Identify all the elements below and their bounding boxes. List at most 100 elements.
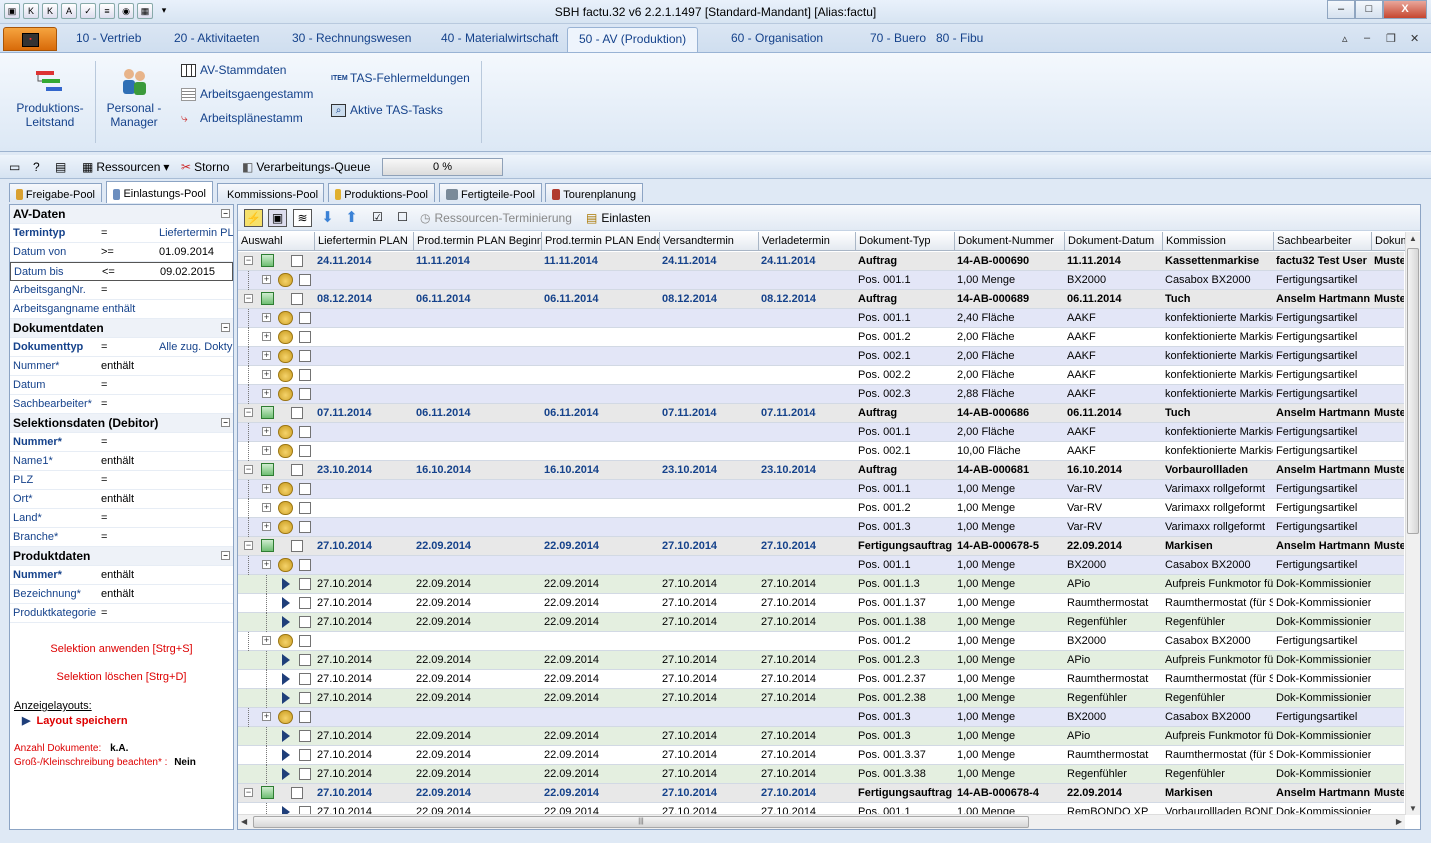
- table-row[interactable]: + Pos. 002.3 2,88 Fläche AAKF konfektioniert…: [238, 385, 1404, 404]
- maximize-button[interactable]: □: [1355, 0, 1383, 19]
- horizontal-scrollbar[interactable]: ◀ ||| ▶: [238, 814, 1405, 829]
- row-checkbox[interactable]: [299, 502, 311, 514]
- row-checkbox[interactable]: [299, 369, 311, 381]
- collapse-toggle-icon[interactable]: −: [244, 256, 253, 265]
- table-row[interactable]: + Pos. 002.2 2,00 Fläche AAKF konfektioniert…: [238, 366, 1404, 385]
- section-header[interactable]: Selektionsdaten (Debitor) −: [10, 414, 233, 433]
- column-header[interactable]: Prod.termin PLAN Ende: [542, 232, 660, 251]
- filter-operator[interactable]: =: [101, 284, 107, 296]
- ribbon-tab-8[interactable]: 80 - Fibu: [936, 31, 983, 45]
- table-row[interactable]: + Pos. 001.1 1,00 Menge BX2000 Casabox BX200…: [238, 556, 1404, 575]
- apply-selection-button[interactable]: Selektion anwenden [Strg+S]: [10, 643, 233, 655]
- expand-toggle-icon[interactable]: +: [262, 332, 271, 341]
- filter-value[interactable]: Liefertermin PLAN: [159, 227, 233, 239]
- filter-row[interactable]: Nummer* =: [10, 433, 233, 452]
- table-row[interactable]: 27.10.2014 22.09.2014 22.09.2014 27.10.2014…: [238, 727, 1404, 746]
- personal-manager-button[interactable]: Personal - Manager: [100, 63, 168, 129]
- table-row[interactable]: 27.10.2014 22.09.2014 22.09.2014 27.10.2014…: [238, 670, 1404, 689]
- table-row[interactable]: + Pos. 001.3 1,00 Menge Var-RV Varimaxx roll…: [238, 518, 1404, 537]
- table-row[interactable]: + Pos. 001.1 1,00 Menge Var-RV Varimaxx roll…: [238, 480, 1404, 499]
- expand-toggle-icon[interactable]: +: [262, 313, 271, 322]
- horizontal-scroll-thumb[interactable]: |||: [253, 816, 1029, 828]
- row-checkbox[interactable]: [299, 274, 311, 286]
- filter-operator[interactable]: enthält: [101, 569, 134, 581]
- pool-tab-3[interactable]: Kommissions-Pool: [217, 183, 324, 202]
- save-layout-button[interactable]: ▶ Layout speichern: [22, 714, 245, 728]
- pool-tab-6[interactable]: Tourenplanung: [545, 183, 643, 202]
- ribbon-tab-4[interactable]: 40 - Materialwirtschaft: [441, 31, 558, 45]
- filter-row[interactable]: Datum von >= 01.09.2014: [10, 243, 233, 262]
- row-checkbox[interactable]: [299, 559, 311, 571]
- table-row[interactable]: 27.10.2014 22.09.2014 22.09.2014 27.10.2014…: [238, 575, 1404, 594]
- grid-icon[interactable]: ▤: [55, 160, 66, 174]
- pool-tab-2[interactable]: Einlastungs-Pool: [106, 181, 213, 203]
- expand-toggle-icon[interactable]: +: [262, 275, 271, 284]
- filter-operator[interactable]: =: [101, 531, 107, 543]
- row-checkbox[interactable]: [291, 540, 303, 552]
- collapse-toggle-icon[interactable]: −: [244, 294, 253, 303]
- table-row[interactable]: − 23.10.2014 16.10.2014 16.10.2014 23.10.201…: [238, 461, 1404, 480]
- collapse-icon[interactable]: −: [221, 418, 230, 427]
- scroll-down-icon[interactable]: ▼: [1409, 804, 1417, 813]
- row-checkbox[interactable]: [299, 312, 311, 324]
- row-checkbox[interactable]: [299, 578, 311, 590]
- table-row[interactable]: + Pos. 002.1 2,00 Fläche AAKF konfektioniert…: [238, 347, 1404, 366]
- filter-operator[interactable]: enthält: [101, 588, 134, 600]
- close-button[interactable]: X: [1383, 0, 1427, 19]
- table-row[interactable]: − 08.12.2014 06.11.2014 06.11.2014 08.12.201…: [238, 290, 1404, 309]
- table-row[interactable]: 27.10.2014 22.09.2014 22.09.2014 27.10.2014…: [238, 746, 1404, 765]
- row-checkbox[interactable]: [299, 350, 311, 362]
- table-row[interactable]: 27.10.2014 22.09.2014 22.09.2014 27.10.2014…: [238, 689, 1404, 708]
- row-checkbox[interactable]: [299, 673, 311, 685]
- select-all-icon[interactable]: ▣: [268, 209, 287, 227]
- filter-row[interactable]: Name1* enthält: [10, 452, 233, 471]
- pool-tab-4[interactable]: Produktions-Pool: [328, 183, 435, 202]
- application-menu-button[interactable]: ▪: [3, 27, 57, 51]
- row-checkbox[interactable]: [299, 749, 311, 761]
- row-checkbox[interactable]: [299, 654, 311, 666]
- row-checkbox[interactable]: [299, 445, 311, 457]
- row-checkbox[interactable]: [299, 521, 311, 533]
- expand-toggle-icon[interactable]: +: [262, 522, 271, 531]
- column-header[interactable]: Versandtermin: [660, 232, 759, 251]
- minimize-button[interactable]: ‒: [1327, 0, 1355, 19]
- expand-toggle-icon[interactable]: +: [262, 484, 271, 493]
- section-header[interactable]: Produktdaten −: [10, 547, 233, 566]
- filter-operator[interactable]: <=: [102, 266, 115, 278]
- ressourcen-menu[interactable]: ▦ Ressourcen ▾: [82, 160, 169, 174]
- scroll-right-icon[interactable]: ▶: [1396, 817, 1402, 826]
- ribbon-tab-1[interactable]: 10 - Vertrieb: [76, 31, 141, 45]
- vertical-scrollbar[interactable]: ▲ ▼: [1405, 232, 1420, 815]
- column-header[interactable]: Dokument-Datum: [1065, 232, 1163, 251]
- filter-operator[interactable]: =: [101, 607, 107, 619]
- row-checkbox[interactable]: [299, 331, 311, 343]
- scroll-up-icon[interactable]: ▲: [1409, 234, 1417, 243]
- row-checkbox[interactable]: [299, 616, 311, 628]
- vertical-scroll-thumb[interactable]: [1407, 248, 1419, 534]
- filter-row[interactable]: Arbeitsgangname enthält: [10, 300, 233, 319]
- expand-toggle-icon[interactable]: +: [262, 351, 271, 360]
- filter-operator[interactable]: =: [101, 512, 107, 524]
- filter-row[interactable]: PLZ =: [10, 471, 233, 490]
- filter-value[interactable]: 01.09.2014: [159, 246, 233, 258]
- clear-selection-button[interactable]: Selektion löschen [Strg+D]: [10, 671, 233, 683]
- row-checkbox[interactable]: [291, 293, 303, 305]
- row-checkbox[interactable]: [299, 388, 311, 400]
- table-row[interactable]: 27.10.2014 22.09.2014 22.09.2014 27.10.2014…: [238, 765, 1404, 784]
- filter-row[interactable]: Branche* =: [10, 528, 233, 547]
- row-checkbox[interactable]: [299, 692, 311, 704]
- run-icon[interactable]: ⚡: [244, 209, 263, 227]
- row-checkbox[interactable]: [299, 711, 311, 723]
- ribbon-tab-6[interactable]: 60 - Organisation: [731, 31, 823, 45]
- table-row[interactable]: 27.10.2014 22.09.2014 22.09.2014 27.10.2014…: [238, 613, 1404, 632]
- filter-row[interactable]: Nummer* enthält: [10, 357, 233, 376]
- expand-toggle-icon[interactable]: +: [262, 370, 271, 379]
- table-row[interactable]: 27.10.2014 22.09.2014 22.09.2014 27.10.2014…: [238, 594, 1404, 613]
- column-header[interactable]: Dokument-Nummer: [955, 232, 1065, 251]
- collapse-toggle-icon[interactable]: −: [244, 788, 253, 797]
- filter-operator[interactable]: =: [101, 398, 107, 410]
- table-row[interactable]: + Pos. 001.1 2,40 Fläche AAKF konfektioniert…: [238, 309, 1404, 328]
- row-checkbox[interactable]: [299, 768, 311, 780]
- mdi-restore-icon[interactable]: ❐: [1386, 32, 1396, 45]
- expand-toggle-icon[interactable]: +: [262, 446, 271, 455]
